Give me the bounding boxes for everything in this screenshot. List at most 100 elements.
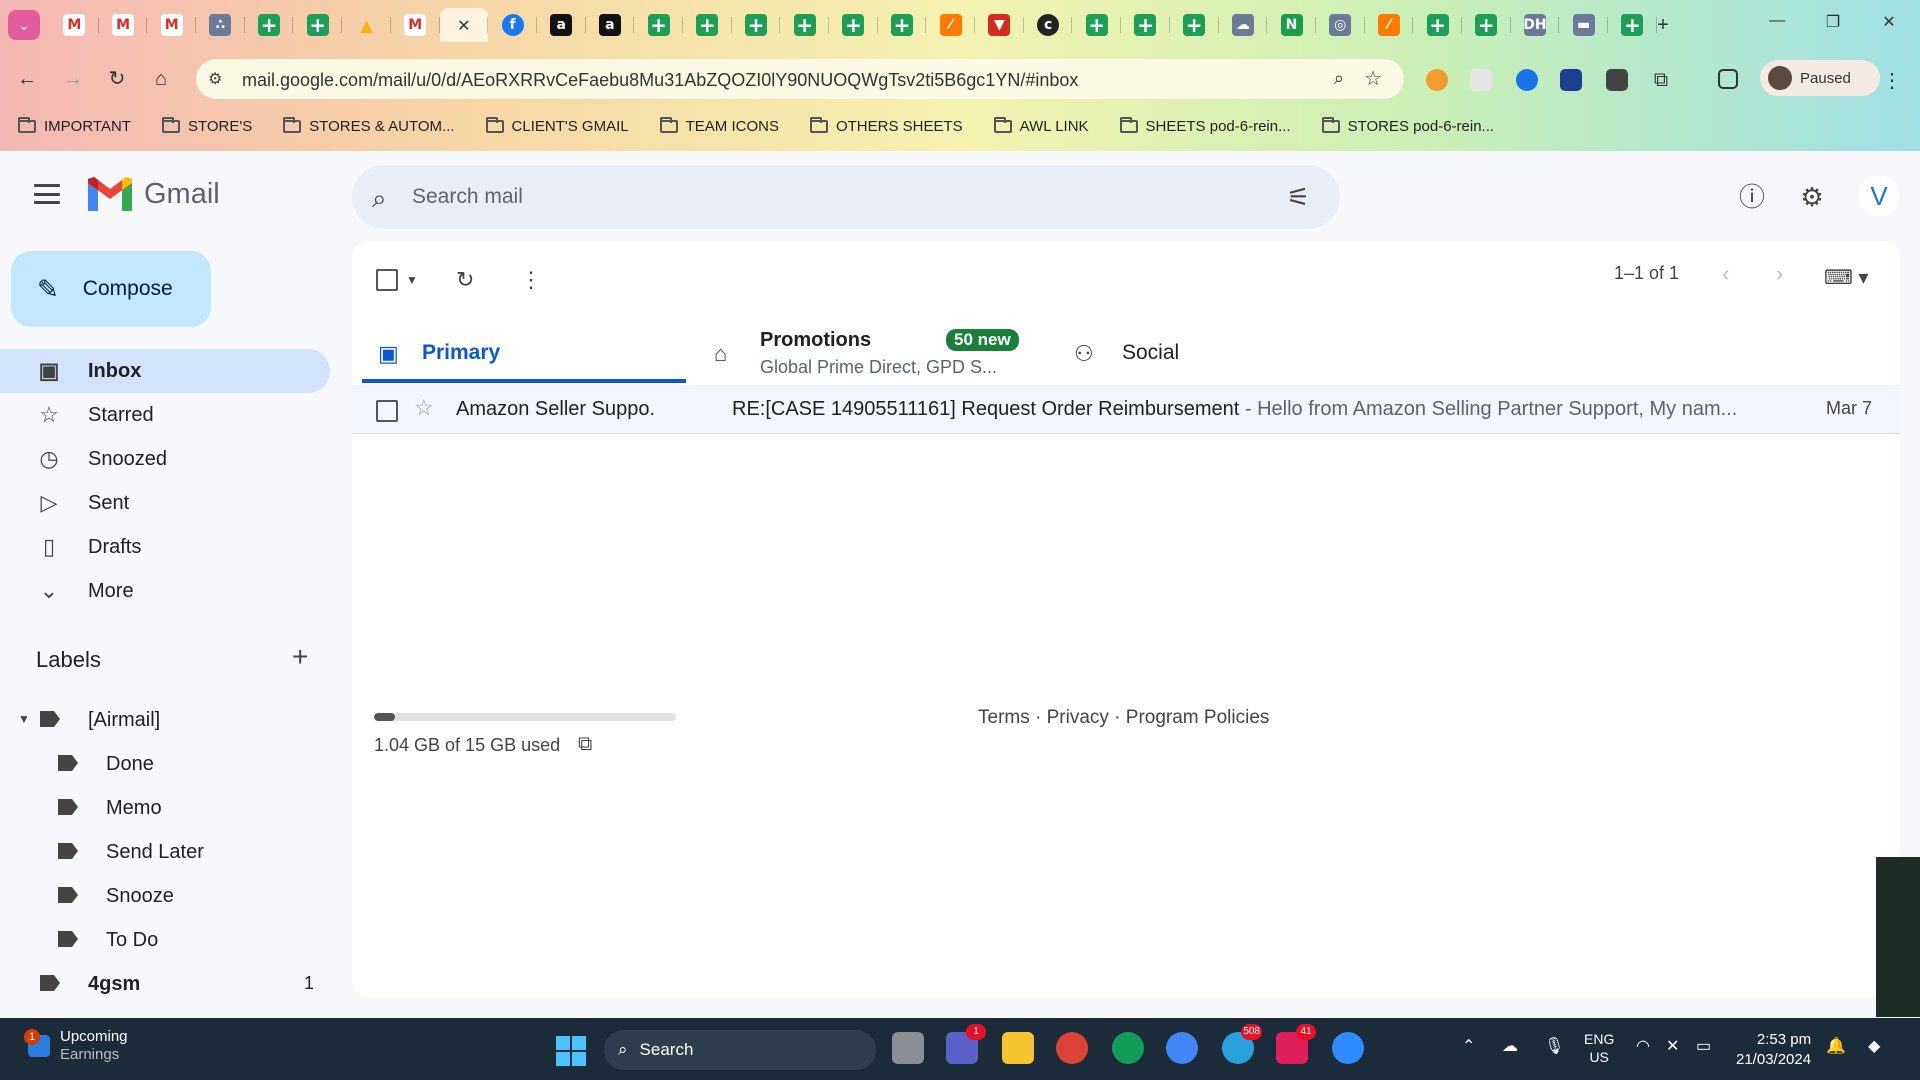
nav-item-sent[interactable]: ▷ Sent [0, 481, 330, 525]
extension-icon[interactable] [1470, 69, 1492, 91]
browser-tab[interactable]: ∴ [196, 8, 245, 42]
label-item[interactable]: To Do [0, 918, 330, 962]
slack-icon[interactable]: 41 [1276, 1024, 1316, 1064]
search-input[interactable]: Search mail [412, 185, 523, 209]
close-icon[interactable]: ✕ [453, 14, 475, 36]
footer-links[interactable]: Terms · Privacy · Program Policies [978, 707, 1269, 729]
refresh-icon[interactable]: ↻ [456, 267, 474, 293]
browser-tab[interactable] [1170, 8, 1219, 42]
copilot-icon[interactable]: ◆ [1868, 1036, 1880, 1056]
address-bar[interactable]: ⚙ mail.google.com/mail/u/0/d/AEoRXRRvCeF… [196, 59, 1404, 99]
back-button[interactable]: ← [12, 64, 42, 94]
browser-tab[interactable]: M [50, 8, 99, 42]
browser-tab[interactable] [1462, 8, 1511, 42]
newer-page-icon[interactable]: ‹ [1722, 261, 1729, 287]
site-info-icon[interactable]: ⚙ [208, 69, 222, 89]
qr-extension-icon[interactable] [1606, 69, 1628, 91]
bookmark-folder[interactable]: IMPORTANT [0, 110, 144, 142]
browser-tab[interactable] [878, 8, 927, 42]
browser-tab[interactable]: c [1024, 8, 1073, 42]
browser-tab[interactable]: ⁄ [1365, 8, 1414, 42]
close-window-button[interactable]: ✕ [1866, 12, 1912, 36]
puzzle-icon[interactable]: ⧉ [1650, 69, 1672, 91]
browser-tab[interactable] [829, 8, 878, 42]
more-actions-icon[interactable]: ⋮ [520, 267, 542, 293]
extension-icon[interactable] [1516, 69, 1538, 91]
bookmark-folder[interactable]: STORES pod-6-rein... [1304, 110, 1507, 142]
search-icon[interactable]: ⌕ [372, 183, 387, 215]
search-bar[interactable]: ⌕ Search mail ⚟ [352, 165, 1340, 229]
chrome-profile-icon[interactable] [1166, 1032, 1198, 1064]
browser-tab[interactable]: DH [1511, 8, 1560, 42]
browser-menu-icon[interactable]: ⋮ [1882, 68, 1902, 93]
tab-search-dropdown[interactable]: ⌄ [8, 10, 40, 40]
chrome-icon[interactable] [1056, 1032, 1088, 1064]
browser-tab[interactable]: M [99, 8, 148, 42]
bookmark-folder[interactable]: STORE'S [144, 110, 265, 142]
browser-tab[interactable] [732, 8, 781, 42]
browser-tab[interactable] [683, 8, 732, 42]
forward-button[interactable]: → [58, 64, 88, 94]
minimize-button[interactable]: — [1754, 12, 1800, 36]
taskbar-search[interactable]: ⌕ Search [604, 1030, 876, 1070]
nav-item-drafts[interactable]: ▯ Drafts [0, 525, 330, 569]
browser-tab[interactable] [780, 8, 829, 42]
browser-tab[interactable]: ◎ [1316, 8, 1365, 42]
floating-video-panel[interactable] [1876, 857, 1920, 1017]
battery-icon[interactable]: ▭ [1696, 1036, 1711, 1056]
start-button[interactable] [556, 1036, 586, 1066]
browser-tab[interactable] [1121, 8, 1170, 42]
weather-widget[interactable]: 1 Upcoming Earnings [24, 1028, 128, 1064]
bookmark-folder[interactable]: AWL LINK [976, 110, 1102, 142]
tray-overflow-icon[interactable]: ⌃ [1462, 1036, 1475, 1056]
taskbar-clock[interactable]: 2:53 pm 21/03/2024 [1736, 1030, 1811, 1070]
extension-icon[interactable] [1560, 69, 1582, 91]
browser-tab[interactable] [634, 8, 683, 42]
teams-icon[interactable]: 1 [946, 1024, 986, 1064]
open-external-icon[interactable]: ⧉ [578, 733, 592, 756]
browser-tab[interactable]: ⁄ [926, 8, 976, 42]
restore-button[interactable]: ❐ [1810, 12, 1856, 36]
new-tab-button[interactable]: + [1650, 12, 1676, 38]
browser-tab[interactable] [1072, 8, 1122, 42]
tab-social[interactable]: ⚇ Social [1074, 323, 1274, 383]
nav-item-starred[interactable]: ☆ Starred [0, 393, 330, 437]
browser-tab[interactable] [245, 8, 294, 42]
main-menu-icon[interactable] [34, 184, 60, 204]
browser-tab[interactable]: M [147, 8, 197, 42]
tab-primary[interactable]: ▣ Primary [362, 323, 686, 383]
select-all-checkbox[interactable]: ▼ [376, 269, 418, 291]
expand-caret-icon[interactable]: ▼ [18, 712, 30, 726]
telegram-icon[interactable]: 508 [1222, 1024, 1262, 1064]
browser-tab[interactable]: ▲ [342, 8, 391, 42]
nav-item-inbox[interactable]: ▣ Inbox [0, 349, 330, 393]
edge-icon[interactable] [1112, 1032, 1144, 1064]
email-row[interactable]: ☆ Amazon Seller Suppo. RE:[CASE 14905511… [352, 385, 1900, 434]
bookmark-folder[interactable]: SHEETS pod-6-rein... [1102, 110, 1304, 142]
browser-tab[interactable] [1413, 8, 1462, 42]
zoom-icon[interactable]: ⌕ [1334, 68, 1344, 89]
older-page-icon[interactable]: › [1776, 261, 1783, 287]
task-view-icon[interactable] [892, 1032, 924, 1064]
caret-down-icon[interactable]: ▼ [406, 273, 418, 287]
onedrive-icon[interactable]: ☁ [1502, 1036, 1518, 1056]
label-item[interactable]: Done [0, 742, 330, 786]
bookmark-folder[interactable]: OTHERS SHEETS [792, 110, 976, 142]
gmail-logo[interactable]: Gmail [88, 177, 220, 211]
browser-tab[interactable]: a [586, 8, 635, 42]
label-item[interactable]: 4gsm 1 [0, 962, 330, 1006]
browser-tab[interactable]: N [1267, 8, 1316, 42]
account-avatar[interactable]: V [1858, 175, 1900, 217]
nav-item-snoozed[interactable]: ◷ Snoozed [0, 437, 330, 481]
notification-bell-icon[interactable]: 🔔 [1826, 1036, 1846, 1056]
search-options-icon[interactable]: ⚟ [1287, 182, 1310, 213]
settings-gear-icon[interactable]: ⚙ [1794, 179, 1830, 215]
browser-tab[interactable]: a [537, 8, 586, 42]
bookmark-folder[interactable]: TEAM ICONS [642, 110, 792, 142]
label-item[interactable]: Send Later [0, 830, 330, 874]
side-panel-icon[interactable] [1718, 69, 1738, 89]
extension-icon[interactable] [1426, 69, 1448, 91]
reload-button[interactable]: ↻ [102, 64, 132, 94]
zoom-icon[interactable] [1332, 1032, 1364, 1064]
star-icon[interactable]: ☆ [414, 395, 434, 421]
